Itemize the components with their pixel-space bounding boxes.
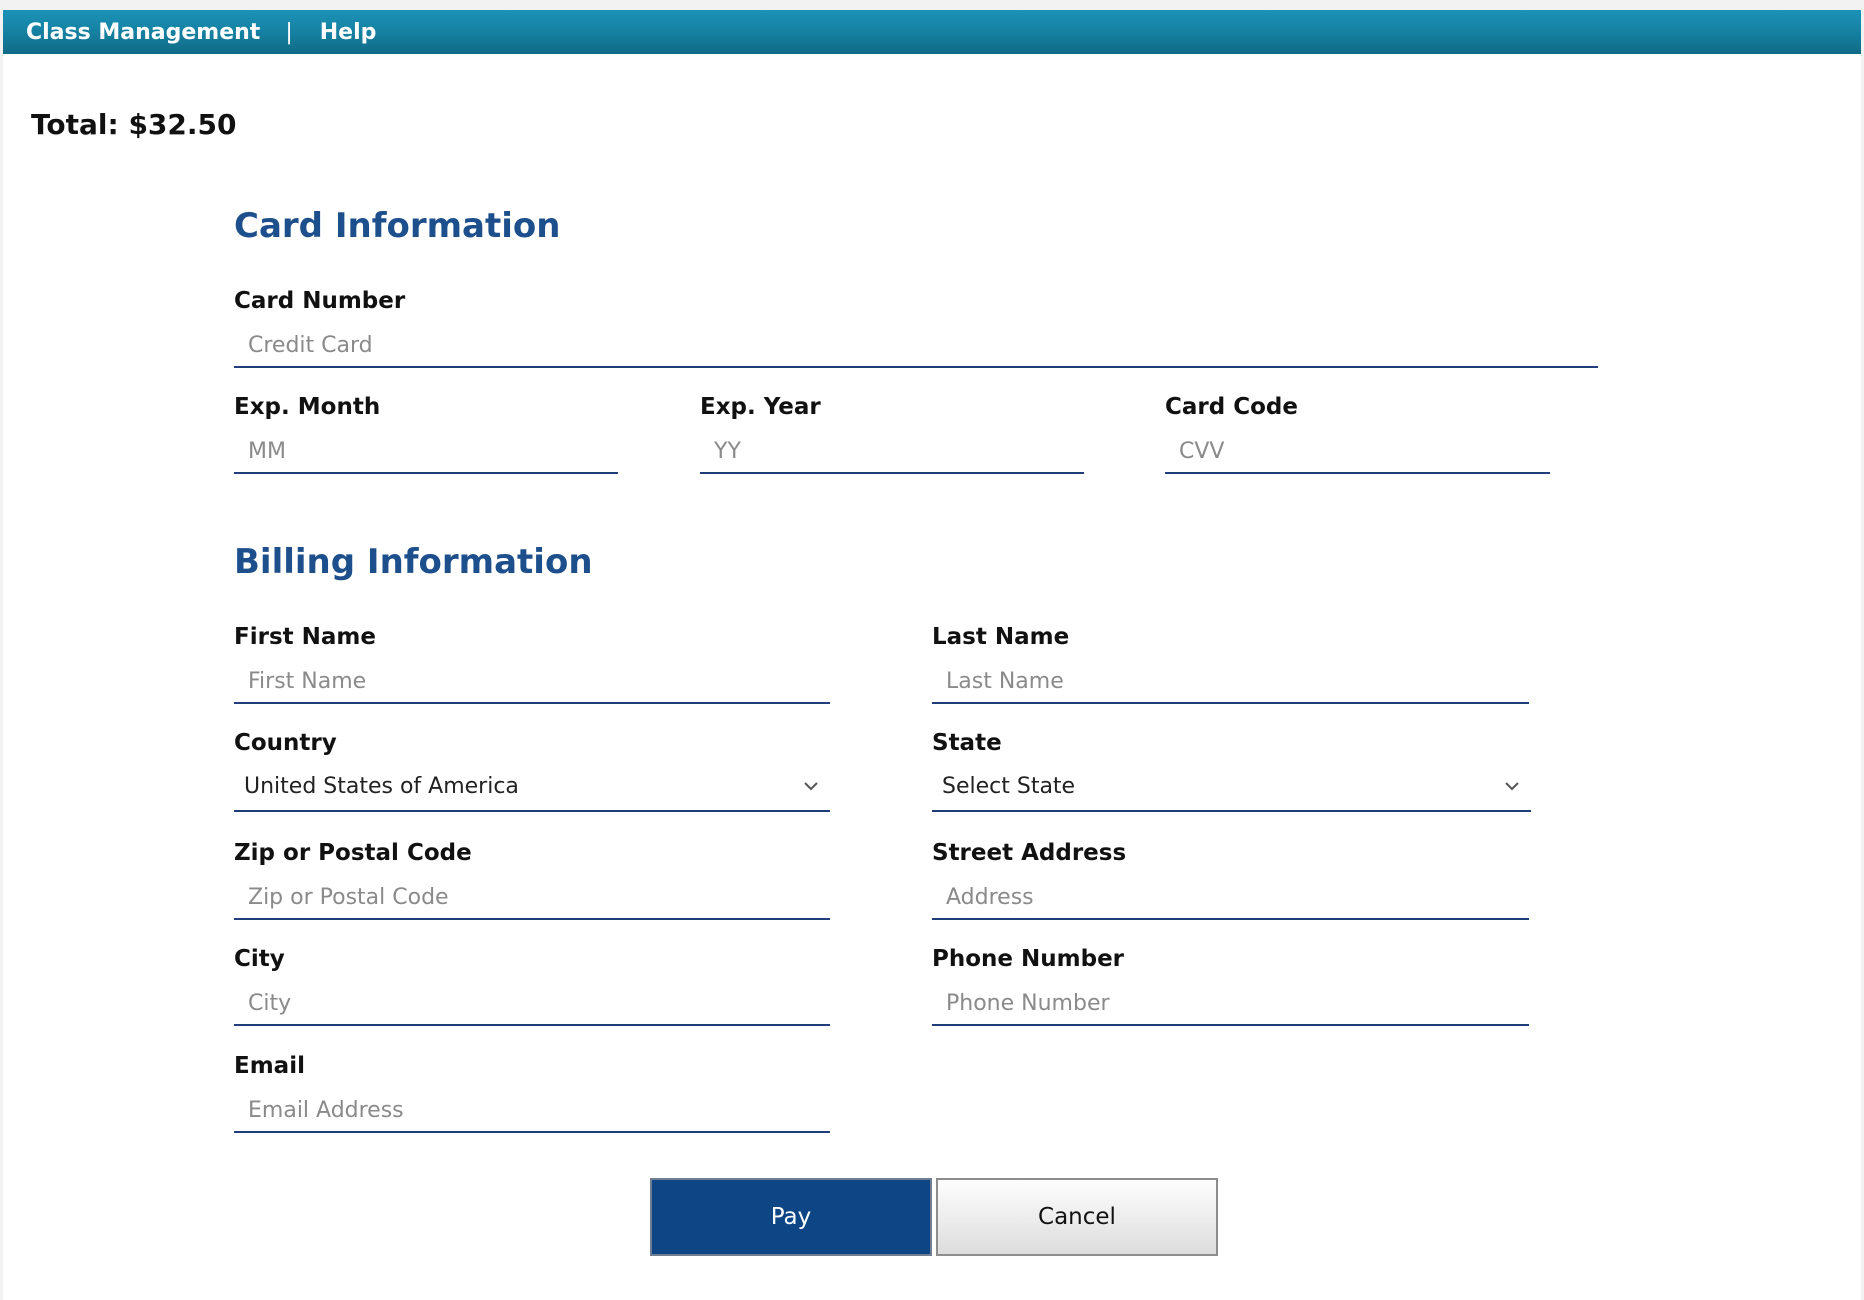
last-name-label: Last Name [932, 624, 1070, 650]
country-select[interactable]: United States of America [234, 762, 830, 812]
phone-number-input[interactable] [932, 982, 1529, 1026]
zip-label: Zip or Postal Code [234, 840, 472, 866]
email-input[interactable] [234, 1089, 830, 1133]
state-label: State [932, 730, 1002, 756]
country-selected-value: United States of America [244, 773, 519, 799]
payment-page: Class Management | Help Total: $32.50 Ca… [3, 10, 1861, 1300]
card-code-label: Card Code [1165, 394, 1298, 420]
pay-button[interactable]: Pay [650, 1178, 932, 1256]
exp-year-label: Exp. Year [700, 394, 821, 420]
city-input[interactable] [234, 982, 830, 1026]
city-label: City [234, 946, 285, 972]
card-number-input[interactable] [234, 324, 1598, 368]
card-information-heading: Card Information [234, 206, 561, 246]
state-selected-value: Select State [942, 773, 1076, 799]
cancel-button[interactable]: Cancel [936, 1178, 1218, 1256]
exp-month-label: Exp. Month [234, 394, 381, 420]
card-number-label: Card Number [234, 288, 406, 314]
nav-class-management-link[interactable]: Class Management [26, 20, 260, 45]
first-name-label: First Name [234, 624, 376, 650]
billing-information-heading: Billing Information [234, 542, 593, 582]
street-address-input[interactable] [932, 876, 1529, 920]
first-name-input[interactable] [234, 660, 830, 704]
email-label: Email [234, 1053, 305, 1079]
chevron-down-icon [794, 769, 828, 803]
card-code-input[interactable] [1165, 430, 1550, 474]
phone-number-label: Phone Number [932, 946, 1125, 972]
top-navigation-bar: Class Management | Help [3, 10, 1861, 54]
nav-help-link[interactable]: Help [320, 20, 377, 45]
order-total: Total: $32.50 [31, 108, 237, 141]
country-label: Country [234, 730, 337, 756]
nav-separator: | [285, 19, 293, 45]
exp-month-input[interactable] [234, 430, 618, 474]
state-select[interactable]: Select State [932, 762, 1531, 812]
chevron-down-icon [1495, 769, 1529, 803]
street-address-label: Street Address [932, 840, 1127, 866]
last-name-input[interactable] [932, 660, 1529, 704]
exp-year-input[interactable] [700, 430, 1084, 474]
zip-input[interactable] [234, 876, 830, 920]
